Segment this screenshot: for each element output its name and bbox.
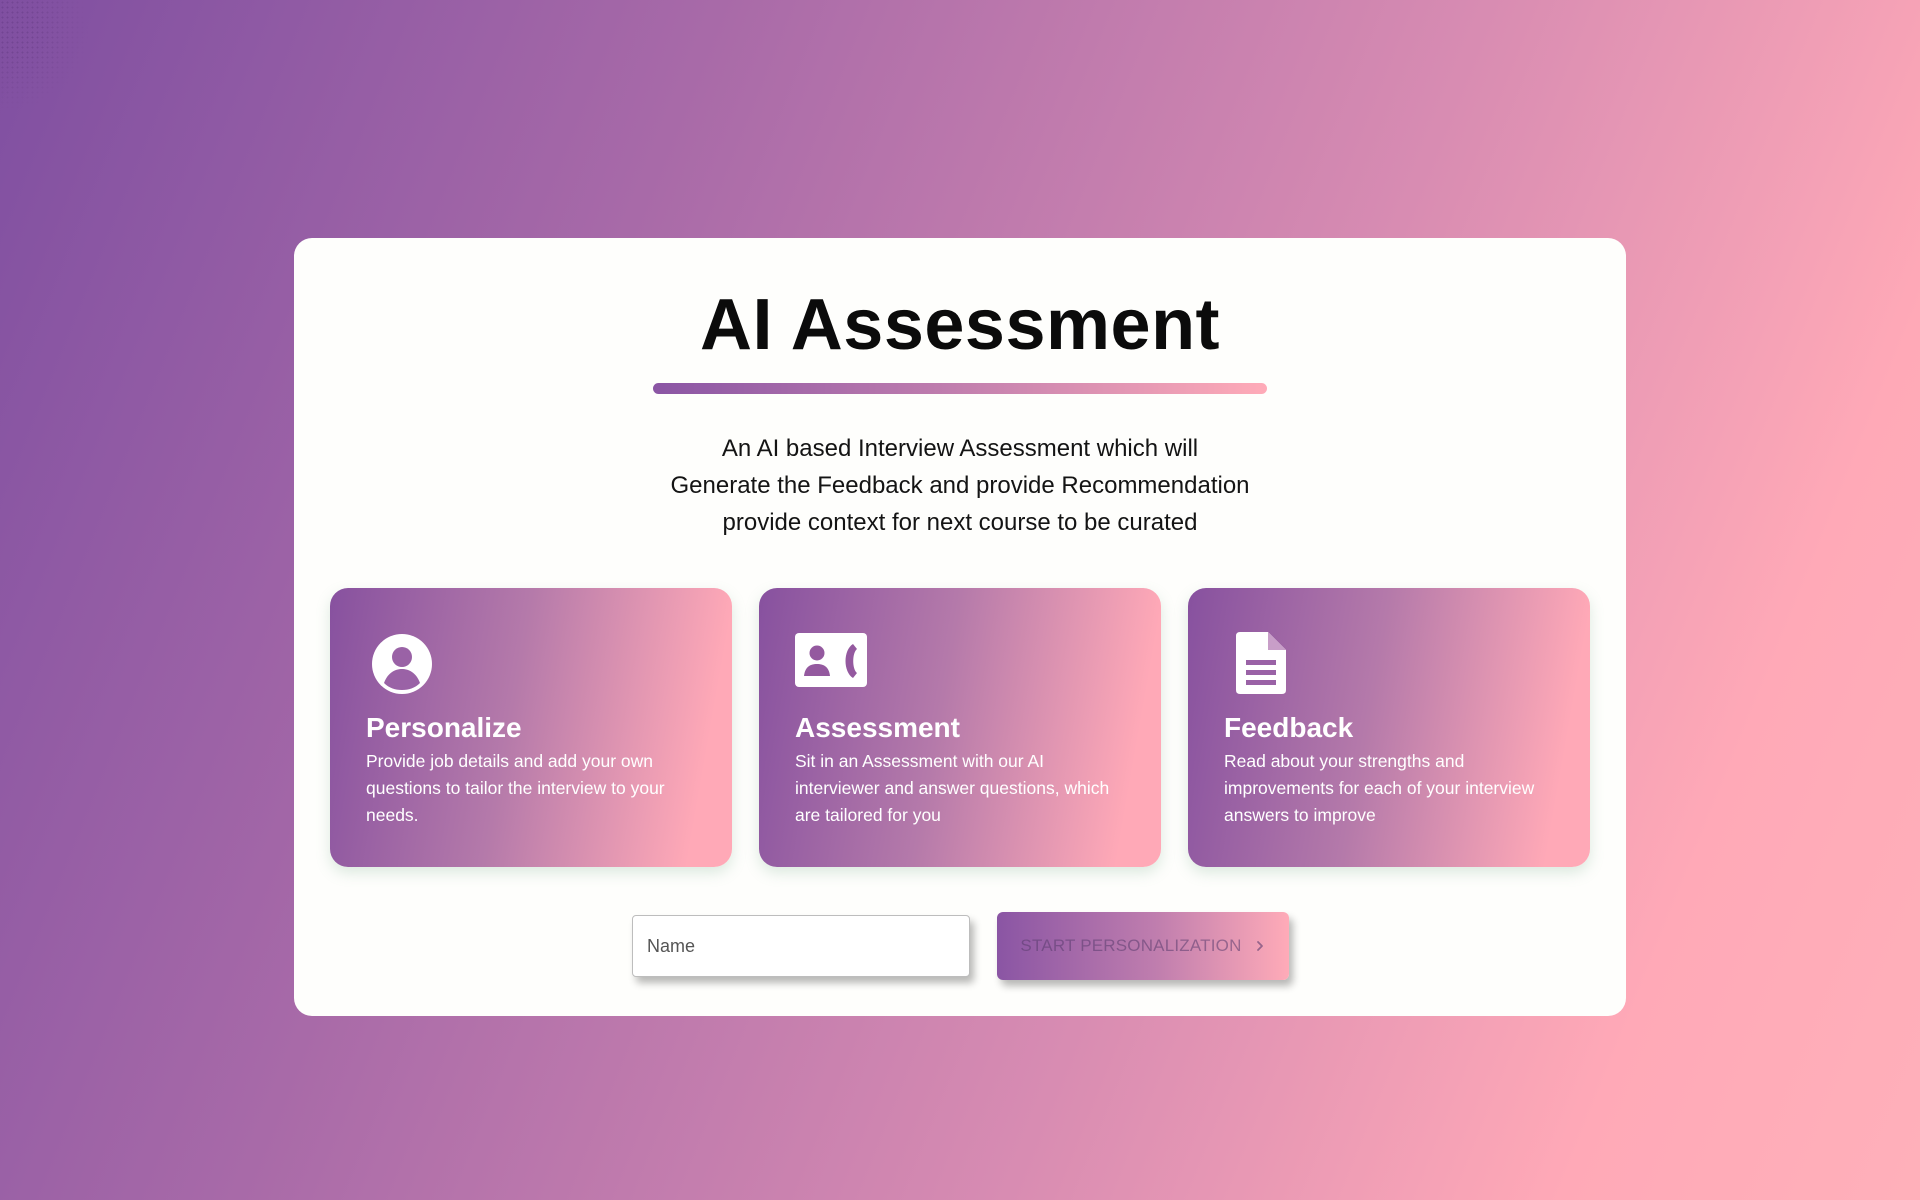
feature-text: Read about your strengths and improvemen…	[1224, 751, 1535, 825]
feature-cards: Personalize Provide job details and add …	[330, 588, 1590, 867]
document-icon	[1236, 632, 1286, 694]
description-line: Generate the Feedback and provide Recomm…	[670, 472, 1250, 499]
feature-title: Feedback	[1224, 712, 1354, 743]
main-card: AI Assessment An AI based Interview Asse…	[294, 238, 1626, 1016]
background-dots	[0, 0, 90, 110]
feature-card-feedback: Feedback Read about your strengths and i…	[1188, 588, 1590, 867]
contact-call-icon	[795, 633, 867, 687]
chevron-right-icon	[1256, 941, 1263, 951]
description-line: provide context for next course to be cu…	[722, 509, 1198, 536]
name-input[interactable]	[632, 915, 970, 977]
page-title: AI Assessment	[699, 285, 1221, 365]
title-underline	[653, 383, 1267, 394]
feature-title: Personalize	[366, 712, 522, 743]
user-circle-icon	[372, 634, 432, 694]
feature-card-assessment: Assessment Sit in an Assessment with our…	[759, 588, 1161, 867]
page-description: An AI based Interview Assessment which w…	[294, 430, 1626, 541]
start-personalization-button[interactable]: START PERSONALIZATION	[997, 912, 1289, 980]
feature-title: Assessment	[795, 712, 960, 743]
feature-text: Sit in an Assessment with our AI intervi…	[795, 751, 1110, 825]
description-line: An AI based Interview Assessment which w…	[721, 435, 1199, 462]
feature-card-personalize: Personalize Provide job details and add …	[330, 588, 732, 867]
feature-text: Provide job details and add your own que…	[366, 751, 665, 825]
start-button-label: START PERSONALIZATION	[1020, 936, 1242, 955]
